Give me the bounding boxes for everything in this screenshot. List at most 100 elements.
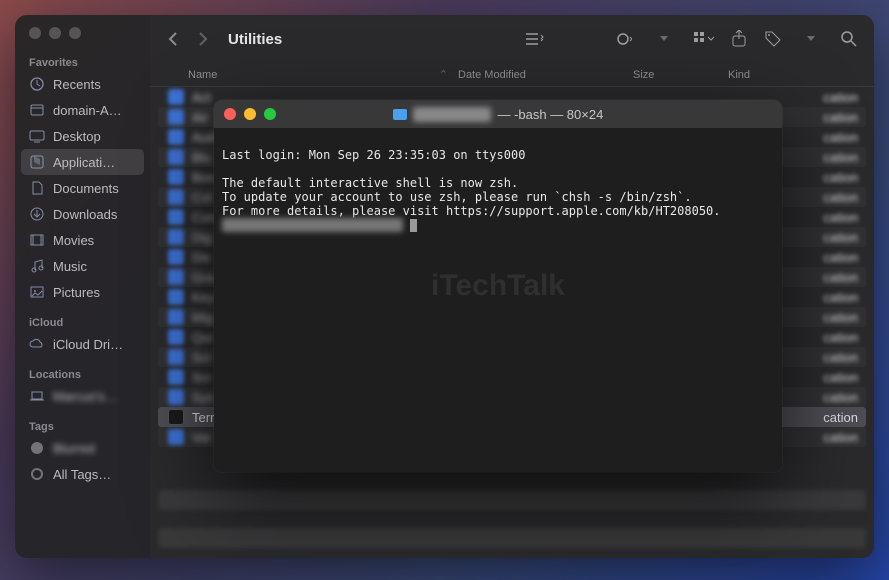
sidebar-fav-music[interactable]: Music [15, 253, 150, 279]
terminal-line: Last login: Mon Sep 26 23:35:03 on ttys0… [222, 148, 525, 162]
file-kind: cation [823, 170, 862, 185]
app-icon [168, 309, 184, 325]
sidebar-item-label: iCloud Dri… [53, 337, 123, 352]
col-date[interactable]: Date Modified [458, 69, 633, 81]
tag-icon[interactable] [760, 28, 786, 50]
zoom-traffic-light[interactable] [69, 27, 81, 39]
file-kind: cation [823, 330, 862, 345]
window-icon [29, 102, 45, 118]
app-icon [168, 329, 184, 345]
sidebar-item-label: Music [53, 259, 87, 274]
sidebar-section-favorites: Favorites [15, 53, 150, 71]
sidebar-fav-applicati[interactable]: Applicati… [21, 149, 144, 175]
sort-caret-icon: ⌃ [439, 68, 448, 81]
file-kind: cation [823, 390, 862, 405]
sidebar-fav-domaina[interactable]: domain-A… [15, 97, 150, 123]
sidebar-fav-documents[interactable]: Documents [15, 175, 150, 201]
app-icon [168, 289, 184, 305]
file-kind: cation [823, 210, 862, 225]
terminal-title: marcusleary — -bash — 80×24 [214, 107, 782, 122]
finder-toolbar: Utilities [150, 15, 874, 63]
terminal-traffic-lights[interactable] [224, 108, 276, 120]
app-icon [168, 189, 184, 205]
clock-icon [29, 76, 45, 92]
tag-outline [29, 466, 45, 482]
movie-icon [29, 232, 45, 248]
sidebar-item-label: Downloads [53, 207, 117, 222]
app-icon [168, 129, 184, 145]
columns-header[interactable]: Name⌃ Date Modified Size Kind [150, 63, 874, 87]
apps-icon [29, 154, 45, 170]
sidebar-fav-pictures[interactable]: Pictures [15, 279, 150, 305]
sidebar-item-label: Documents [53, 181, 119, 196]
file-kind: cation [823, 310, 862, 325]
sidebar-icloud-iclouddri[interactable]: iCloud Dri… [15, 331, 150, 357]
sidebar-item-label: Marcus's… [53, 389, 118, 404]
terminal-body[interactable]: Last login: Mon Sep 26 23:35:03 on ttys0… [214, 128, 782, 472]
app-icon [168, 429, 184, 445]
terminal-close-button[interactable] [224, 108, 236, 120]
view-options-icon[interactable] [692, 28, 718, 50]
file-kind: cation [823, 90, 862, 105]
sidebar-fav-movies[interactable]: Movies [15, 227, 150, 253]
col-name[interactable]: Name⌃ [188, 68, 458, 81]
file-kind: cation [823, 410, 862, 425]
picture-icon [29, 284, 45, 300]
minimize-traffic-light[interactable] [49, 27, 61, 39]
app-icon [168, 109, 184, 125]
file-kind: cation [823, 130, 862, 145]
app-icon [168, 169, 184, 185]
sidebar-section-icloud: iCloud [15, 313, 150, 331]
watermark: iTechTalk [214, 279, 782, 293]
sidebar-fav-desktop[interactable]: Desktop [15, 123, 150, 149]
terminal-minimize-button[interactable] [244, 108, 256, 120]
col-size[interactable]: Size [633, 69, 728, 81]
action-dropdown[interactable] [794, 28, 828, 50]
close-traffic-light[interactable] [29, 27, 41, 39]
sidebar-item-label: Desktop [53, 129, 101, 144]
group-icon[interactable] [610, 28, 636, 50]
cloud-icon [29, 336, 45, 352]
file-kind: cation [823, 150, 862, 165]
file-kind: cation [823, 190, 862, 205]
terminal-line: The default interactive shell is now zsh… [222, 176, 518, 190]
document-icon [29, 180, 45, 196]
file-kind: cation [823, 230, 862, 245]
app-icon [168, 249, 184, 265]
forward-button[interactable] [192, 28, 214, 50]
app-icon [168, 269, 184, 285]
app-icon [168, 149, 184, 165]
app-icon [168, 349, 184, 365]
sidebar-item-label: Applicati… [53, 155, 115, 170]
app-icon [168, 389, 184, 405]
terminal-window[interactable]: marcusleary — -bash — 80×24 Last login: … [214, 100, 782, 472]
sidebar-item-label: Movies [53, 233, 94, 248]
file-kind: cation [823, 110, 862, 125]
status-bar [158, 528, 866, 548]
tag-gray [29, 440, 45, 456]
share-icon[interactable] [726, 28, 752, 50]
file-kind: cation [823, 430, 862, 445]
app-icon [168, 409, 184, 425]
file-kind: cation [823, 350, 862, 365]
terminal-titlebar[interactable]: marcusleary — -bash — 80×24 [214, 100, 782, 128]
file-kind: cation [823, 270, 862, 285]
sidebar-item-label: Blurred [53, 441, 95, 456]
finder-traffic-lights[interactable] [15, 27, 150, 53]
terminal-zoom-button[interactable] [264, 108, 276, 120]
sidebar-section-tags: Tags [15, 417, 150, 435]
sidebar-loc-marcuss[interactable]: Marcus's… [15, 383, 150, 409]
sidebar-fav-recents[interactable]: Recents [15, 71, 150, 97]
file-kind: cation [823, 290, 862, 305]
sidebar-section-locations: Locations [15, 365, 150, 383]
window-title: Utilities [228, 31, 282, 48]
toolbar-dropdown[interactable] [644, 28, 684, 50]
view-list-icon[interactable] [522, 28, 548, 50]
search-icon[interactable] [836, 28, 862, 50]
col-kind[interactable]: Kind [728, 69, 862, 81]
sidebar-tag-blurred[interactable]: Blurred [15, 435, 150, 461]
path-bar[interactable] [158, 490, 866, 510]
sidebar-fav-downloads[interactable]: Downloads [15, 201, 150, 227]
sidebar-tag-alltags[interactable]: All Tags… [15, 461, 150, 487]
back-button[interactable] [162, 28, 184, 50]
